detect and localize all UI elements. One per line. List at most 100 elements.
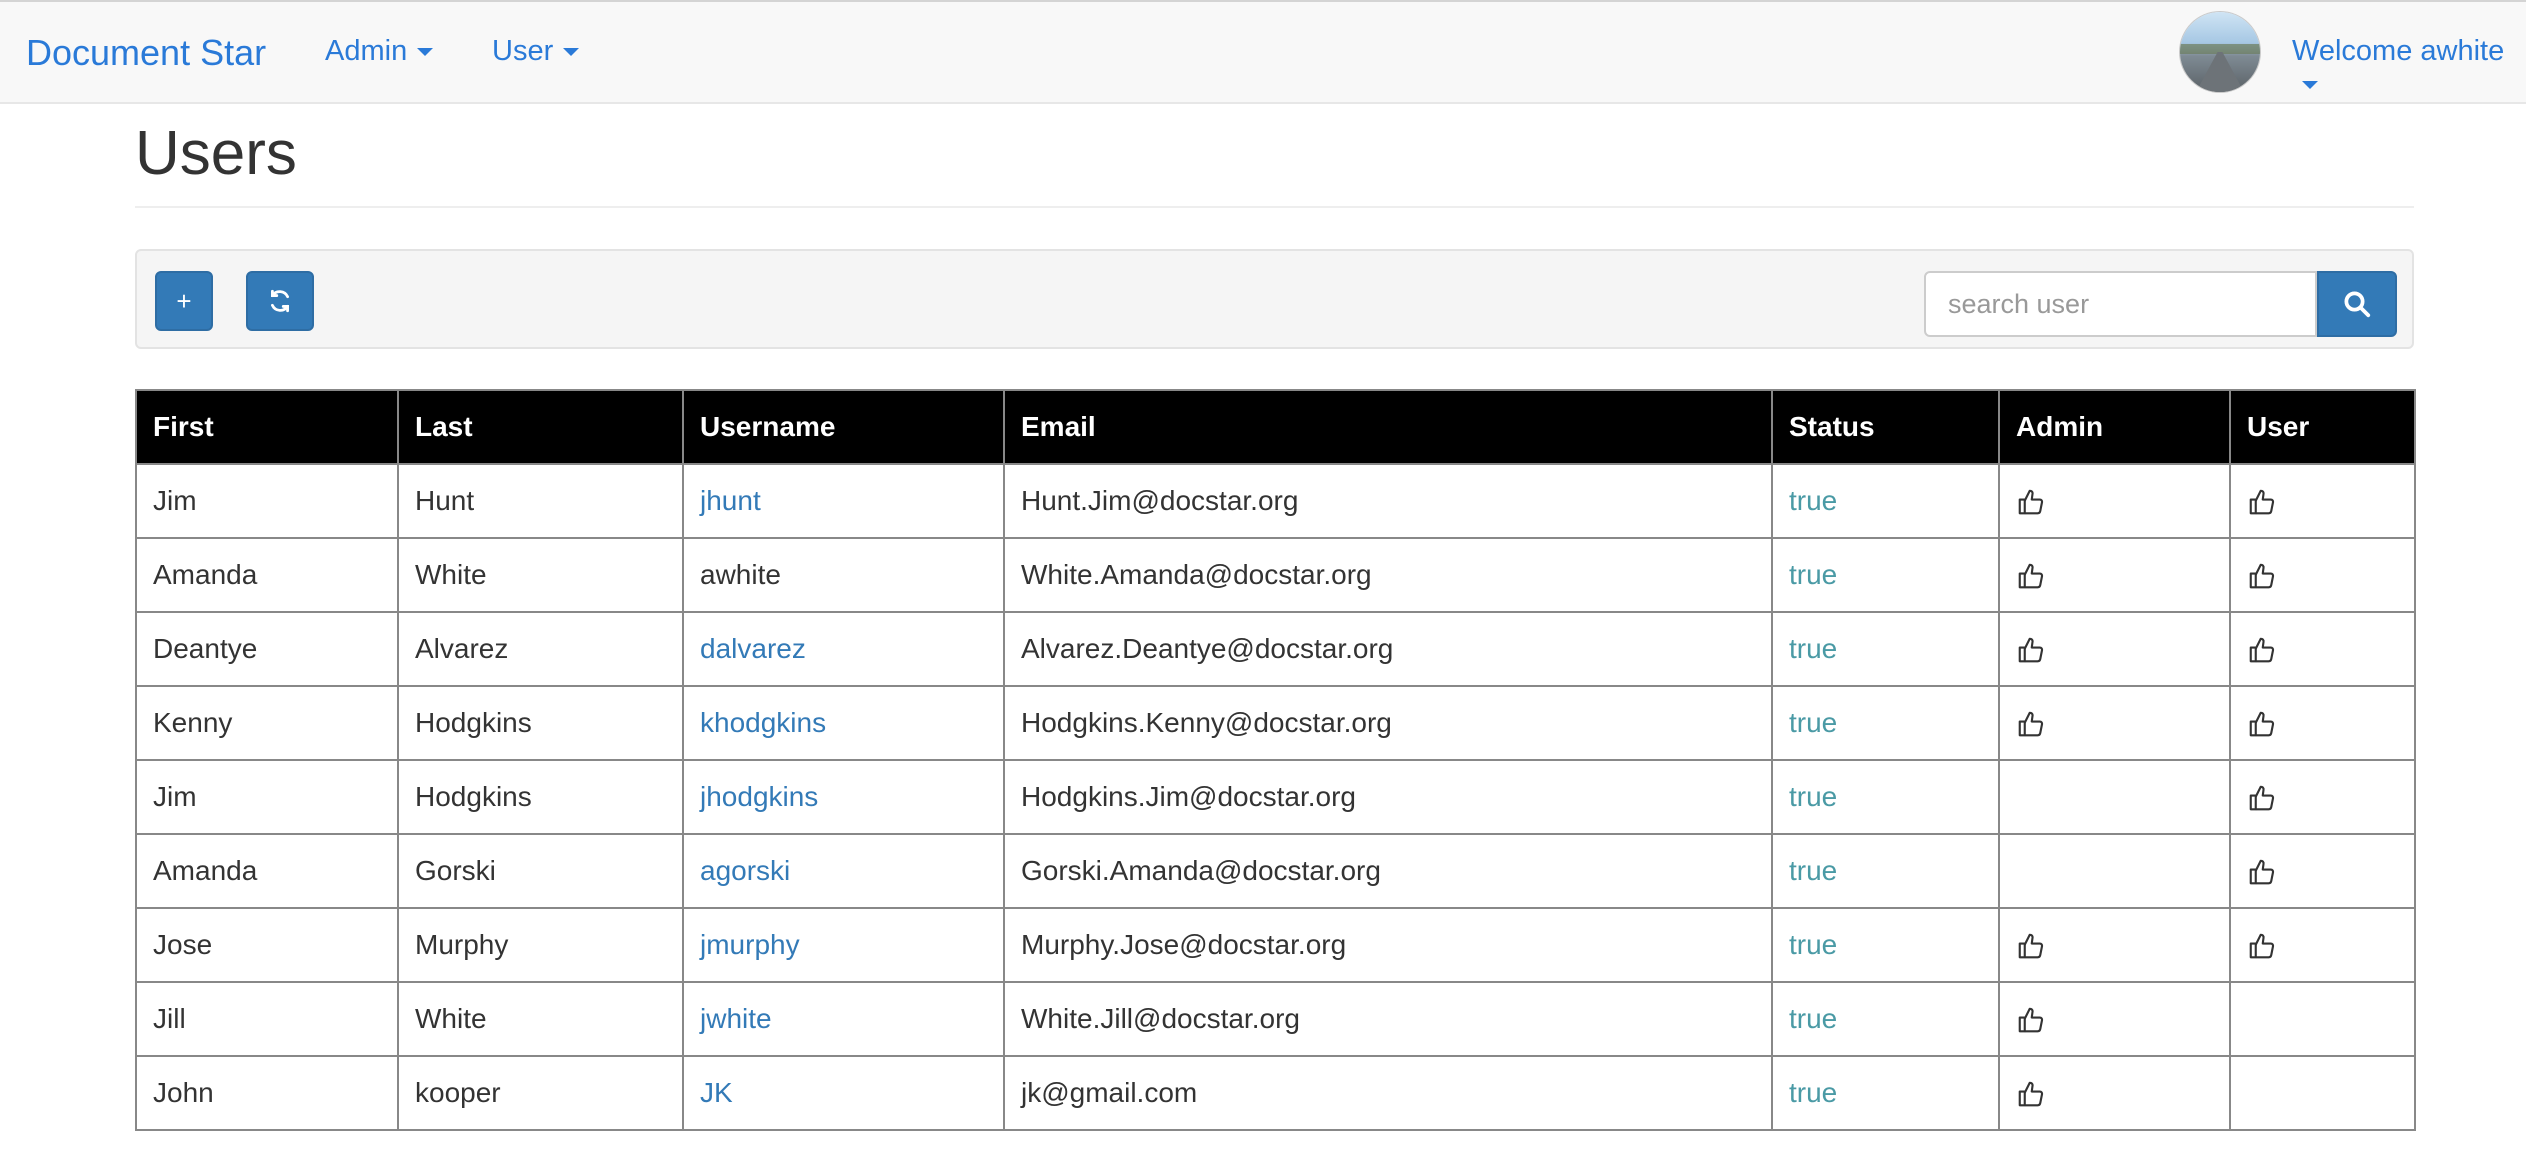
cell-admin-role (1998, 537, 2231, 613)
cell-last-text: Hodgkins (415, 781, 532, 812)
username-link[interactable]: agorski (700, 855, 790, 886)
cell-last-text: White (415, 559, 487, 590)
cell-last: Alvarez (397, 611, 684, 687)
cell-first-text: John (153, 1077, 214, 1108)
thumbs-up-icon (2018, 1007, 2044, 1033)
cell-email: jk@gmail.com (1003, 1055, 1773, 1131)
refresh-button[interactable] (246, 271, 314, 331)
column-header-status: Status (1771, 389, 2000, 465)
cell-user-role (2229, 759, 2416, 835)
thumbs-up-icon (2018, 1081, 2044, 1107)
username-link[interactable]: jwhite (700, 1003, 772, 1034)
avatar[interactable] (2180, 12, 2260, 92)
admin-menu-label: Admin (325, 35, 408, 67)
cell-last: White (397, 537, 684, 613)
cell-username: khodgkins (682, 685, 1005, 761)
column-header-admin: Admin (1998, 389, 2231, 465)
status-value: true (1789, 633, 1838, 664)
cell-user-role (2229, 907, 2416, 983)
page-title: Users (135, 119, 297, 188)
username-link[interactable]: jhodgkins (700, 781, 818, 812)
cell-admin-role (1998, 981, 2231, 1057)
cell-first: Kenny (135, 685, 399, 761)
cell-first-text: Amanda (153, 855, 258, 886)
status-value: true (1789, 485, 1838, 516)
cell-username: agorski (682, 833, 1005, 909)
cell-email-text: White.Jill@docstar.org (1021, 1003, 1300, 1034)
cell-email-text: Hodgkins.Jim@docstar.org (1021, 781, 1357, 812)
thumbs-up-icon (2018, 637, 2044, 663)
cell-status: true (1771, 981, 2000, 1057)
search-input[interactable] (1924, 271, 2317, 337)
admin-menu[interactable]: Admin (325, 35, 434, 68)
cell-user-role (2229, 537, 2416, 613)
cell-admin-role (1998, 759, 2231, 835)
cell-email-text: Hodgkins.Kenny@docstar.org (1021, 707, 1392, 738)
cell-admin-role (1998, 907, 2231, 983)
cell-username: awhite (682, 537, 1005, 613)
search-button[interactable] (2317, 271, 2397, 337)
username-link[interactable]: jmurphy (700, 929, 800, 960)
thumbs-up-icon (2249, 859, 2275, 885)
thumbs-up-icon (2249, 489, 2275, 515)
welcome-menu[interactable]: Welcome awhite (2292, 35, 2526, 101)
cell-admin-role (1998, 463, 2231, 539)
brand-link[interactable]: Document Star (26, 32, 266, 74)
user-menu[interactable]: User (492, 35, 580, 68)
table-row: John kooper JK jk@gmail.com true (135, 1055, 2416, 1131)
cell-last: Murphy (397, 907, 684, 983)
cell-email-text: Murphy.Jose@docstar.org (1021, 929, 1347, 960)
refresh-icon (271, 289, 289, 313)
cell-last-text: Hunt (415, 485, 475, 516)
caret-down-icon (2302, 81, 2318, 90)
cell-email: White.Jill@docstar.org (1003, 981, 1773, 1057)
cell-email-text: Alvarez.Deantye@docstar.org (1021, 633, 1394, 664)
add-user-button[interactable]: + (155, 271, 213, 331)
cell-status: true (1771, 611, 2000, 687)
status-value: true (1789, 1003, 1838, 1034)
table-row: Jim Hunt jhunt Hunt.Jim@docstar.org true (135, 463, 2416, 539)
cell-last-text: Alvarez (415, 633, 509, 664)
table-row: Jill White jwhite White.Jill@docstar.org tru… (135, 981, 2416, 1057)
cell-last-text: kooper (415, 1077, 501, 1108)
username-link[interactable]: jhunt (700, 485, 761, 516)
table-row: Deantye Alvarez dalvarez Alvarez.Deantye@do… (135, 611, 2416, 687)
thumbs-up-icon (2249, 711, 2275, 737)
cell-first: Amanda (135, 833, 399, 909)
cell-admin-role (1998, 1055, 2231, 1131)
username-link[interactable]: dalvarez (700, 633, 806, 664)
cell-first: John (135, 1055, 399, 1131)
cell-email-text: Hunt.Jim@docstar.org (1021, 485, 1299, 516)
cell-first-text: Deantye (153, 633, 258, 664)
cell-first: Deantye (135, 611, 399, 687)
toolbar: + (135, 249, 2414, 349)
cell-first: Jim (135, 759, 399, 835)
cell-username: jwhite (682, 981, 1005, 1057)
cell-email: Gorski.Amanda@docstar.org (1003, 833, 1773, 909)
cell-last-text: Murphy (415, 929, 509, 960)
cell-first-text: Amanda (153, 559, 258, 590)
cell-first-text: Jim (153, 781, 197, 812)
cell-admin-role (1998, 611, 2231, 687)
cell-username: jmurphy (682, 907, 1005, 983)
cell-status: true (1771, 833, 2000, 909)
caret-down-icon (417, 48, 434, 57)
cell-email: White.Amanda@docstar.org (1003, 537, 1773, 613)
table-row: Kenny Hodgkins khodgkins Hodgkins.Kenny@doc… (135, 685, 2416, 761)
users-table: First Last Username Email Status Admin User Ji… (135, 389, 2416, 1131)
thumbs-up-icon (2249, 637, 2275, 663)
thumbs-up-icon (2018, 563, 2044, 589)
cell-first-text: Kenny (153, 707, 233, 738)
cell-user-role (2229, 981, 2416, 1057)
cell-last: White (397, 981, 684, 1057)
navbar: Document Star Admin User Welcome awhite (0, 0, 2526, 104)
username-link[interactable]: JK (700, 1077, 733, 1108)
cell-last-text: White (415, 1003, 487, 1034)
cell-first-text: Jose (153, 929, 213, 960)
cell-last: Hunt (397, 463, 684, 539)
cell-username: JK (682, 1055, 1005, 1131)
cell-last: Hodgkins (397, 759, 684, 835)
username-link[interactable]: khodgkins (700, 707, 826, 738)
table-body: Jim Hunt jhunt Hunt.Jim@docstar.org true Aman… (135, 463, 2416, 1131)
cell-username: jhodgkins (682, 759, 1005, 835)
